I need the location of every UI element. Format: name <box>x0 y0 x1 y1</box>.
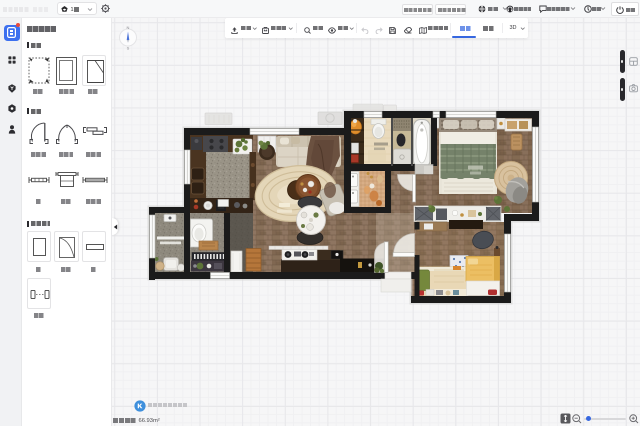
svg-text:N: N <box>127 25 130 30</box>
svg-text:S: S <box>127 46 130 51</box>
